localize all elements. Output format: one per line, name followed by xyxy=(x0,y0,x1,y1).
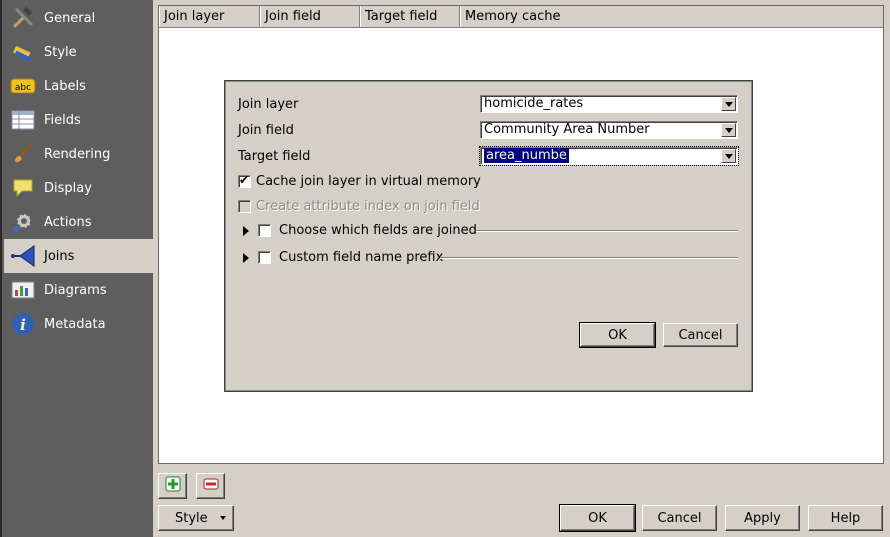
dialog-ok-button[interactable]: OK xyxy=(579,322,656,348)
table-icon xyxy=(10,107,36,133)
sidebar-item-label: General xyxy=(44,10,96,26)
index-checkbox[interactable] xyxy=(238,200,251,213)
abc-label-icon: abc xyxy=(10,73,36,99)
gear-icon xyxy=(10,209,36,235)
expand-triangle-icon[interactable] xyxy=(243,226,249,236)
sidebar-item-display[interactable]: Display xyxy=(4,171,155,205)
chevron-down-icon xyxy=(721,123,736,137)
groupbox-divider xyxy=(476,230,738,232)
table-header: Join layer Join field Target field Memor… xyxy=(159,6,883,28)
sidebar-item-labels[interactable]: abc Labels xyxy=(4,69,155,103)
sidebar-item-label: Fields xyxy=(44,112,81,128)
join-field-select[interactable]: Community Area Number xyxy=(480,121,738,139)
sidebar: General Style abc Labels Fields Renderin… xyxy=(0,0,155,537)
column-header[interactable]: Target field xyxy=(360,6,460,27)
tools-icon xyxy=(10,5,36,31)
style-dropdown-button[interactable]: Style xyxy=(158,505,234,531)
prefix-label: Custom field name prefix xyxy=(279,250,444,265)
sidebar-item-rendering[interactable]: Rendering xyxy=(4,137,155,171)
join-field-label: Join field xyxy=(238,123,294,138)
target-field-label: Target field xyxy=(238,149,311,164)
join-layer-select[interactable]: homicide_rates xyxy=(480,95,738,113)
add-join-button[interactable] xyxy=(158,473,187,499)
plus-icon xyxy=(165,476,181,496)
chevron-down-icon xyxy=(721,97,736,111)
sidebar-item-joins[interactable]: Joins xyxy=(4,239,155,273)
cache-checkbox[interactable] xyxy=(238,173,251,188)
cache-label: Cache join layer in virtual memory xyxy=(256,174,481,189)
speech-bubble-icon xyxy=(10,175,36,201)
target-field-value: area_numbe xyxy=(484,148,569,163)
chevron-down-icon xyxy=(721,149,736,163)
target-field-select[interactable]: area_numbe xyxy=(479,146,739,166)
remove-join-button[interactable] xyxy=(196,473,225,499)
index-label: Create attribute index on join field xyxy=(256,199,480,214)
dropdown-arrow-icon xyxy=(220,516,226,520)
sidebar-item-label: Joins xyxy=(44,248,75,264)
sidebar-item-actions[interactable]: Actions xyxy=(4,205,155,239)
info-icon: i xyxy=(10,311,36,337)
column-header[interactable]: Join layer xyxy=(159,6,260,27)
sidebar-item-label: Rendering xyxy=(44,146,111,162)
sidebar-item-label: Labels xyxy=(44,78,86,94)
sidebar-item-label: Actions xyxy=(44,214,92,230)
dialog-cancel-button[interactable]: Cancel xyxy=(663,323,738,347)
minus-icon xyxy=(203,476,219,496)
svg-text:i: i xyxy=(20,316,26,334)
paintbrush-icon xyxy=(10,39,36,65)
apply-button[interactable]: Apply xyxy=(725,505,800,531)
join-field-value: Community Area Number xyxy=(484,122,650,137)
join-layer-value: homicide_rates xyxy=(484,96,584,111)
choose-fields-label: Choose which fields are joined xyxy=(279,223,477,238)
join-icon xyxy=(10,243,36,269)
column-header[interactable]: Join field xyxy=(260,6,360,27)
choose-fields-checkbox[interactable] xyxy=(258,224,271,237)
ok-button[interactable]: OK xyxy=(559,504,636,532)
sidebar-item-fields[interactable]: Fields xyxy=(4,103,155,137)
groupbox-divider xyxy=(440,257,738,259)
sidebar-item-label: Diagrams xyxy=(44,282,107,298)
svg-text:abc: abc xyxy=(15,83,31,93)
sidebar-item-label: Display xyxy=(44,180,92,196)
sidebar-item-label: Metadata xyxy=(44,316,106,332)
sidebar-item-diagrams[interactable]: Diagrams xyxy=(4,273,155,307)
sidebar-item-metadata[interactable]: i Metadata xyxy=(4,307,155,341)
diagram-icon xyxy=(10,277,36,303)
expand-triangle-icon[interactable] xyxy=(243,253,249,263)
sidebar-item-label: Style xyxy=(44,44,77,60)
help-button[interactable]: Help xyxy=(808,505,883,531)
add-join-dialog: Join layer homicide_rates Join field Com… xyxy=(225,81,752,391)
sidebar-item-general[interactable]: General xyxy=(4,1,155,35)
sidebar-item-style[interactable]: Style xyxy=(4,35,155,69)
prefix-checkbox[interactable] xyxy=(258,251,271,264)
style-button-label: Style xyxy=(175,510,208,526)
brush-icon xyxy=(10,141,36,167)
column-header[interactable]: Memory cache xyxy=(460,6,883,27)
join-layer-label: Join layer xyxy=(238,97,299,112)
cancel-button[interactable]: Cancel xyxy=(642,505,717,531)
